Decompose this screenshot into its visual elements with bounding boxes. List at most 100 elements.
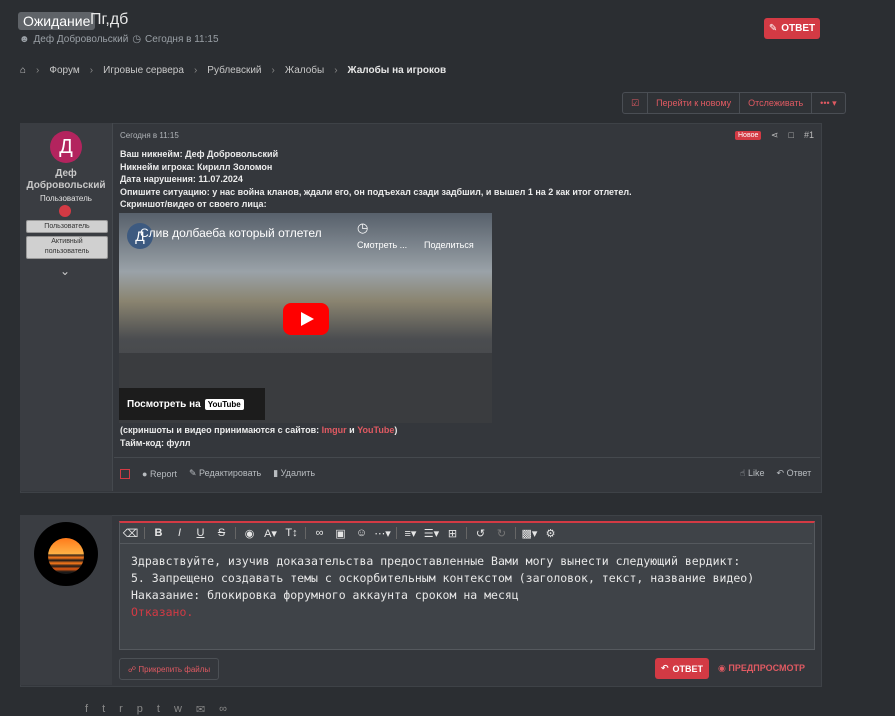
attach-files-button[interactable]: ☍ Прикрепить файлы — [119, 658, 220, 680]
thread-tools: ☑ Перейти к новому Отслеживать ••• ▾ — [622, 92, 846, 114]
strikethrough-icon[interactable]: S — [211, 527, 232, 539]
image-icon[interactable]: ▣ — [330, 527, 351, 540]
eraser-icon[interactable]: ⌫ — [120, 527, 141, 540]
smiley-icon[interactable]: ☺ — [351, 527, 372, 539]
report-button[interactable]: ● Report — [142, 469, 177, 479]
post-date[interactable]: Сегодня в 11:15 — [120, 131, 179, 140]
select-checkbox-icon[interactable]: ☑ — [623, 93, 649, 113]
thread-prefix-badge[interactable]: Ожидание — [18, 12, 96, 30]
redo-icon[interactable]: ↻ — [491, 527, 512, 540]
toolbar-divider — [396, 527, 397, 539]
reply-line: 5. Запрещено создавать темы с оскорбител… — [131, 571, 755, 585]
preview-button[interactable]: ◉ ПРЕДПРОСМОТР — [718, 663, 805, 674]
preview-label: ПРЕДПРОСМОТР — [728, 663, 805, 673]
link-icon[interactable]: ∞ — [219, 703, 227, 716]
link-icon[interactable]: ∞ — [309, 527, 330, 539]
post-after-video: (скриншоты и видео принимаются с сайтов:… — [120, 424, 397, 450]
watch-button[interactable]: Отслеживать — [740, 93, 813, 113]
toolbar-divider — [466, 527, 467, 539]
tumblr-icon[interactable]: t — [157, 703, 160, 716]
eye-icon: ◉ — [718, 663, 726, 673]
clock-icon: ◷ — [132, 34, 142, 45]
play-icon[interactable] — [283, 303, 329, 335]
list-icon[interactable]: ☰▾ — [421, 527, 442, 540]
post-number[interactable]: #1 — [804, 130, 814, 141]
sources-prefix: (скриншоты и видео принимаются с сайтов: — [120, 425, 322, 435]
avatar[interactable] — [34, 522, 98, 586]
watch-later-label[interactable]: Смотреть ... — [357, 240, 407, 250]
thread-author[interactable]: Деф Добровольский — [34, 34, 129, 45]
delete-label: Удалить — [280, 468, 316, 478]
undo-icon[interactable]: ↺ — [470, 527, 491, 540]
font-family-icon[interactable]: A▾ — [260, 527, 281, 540]
post-username[interactable]: Деф Добровольский — [20, 168, 112, 192]
post-reactions: ☝ Like ↶ Ответ — [740, 468, 811, 479]
italic-icon[interactable]: I — [169, 527, 190, 539]
sources-note: (скриншоты и видео принимаются с сайтов:… — [120, 424, 397, 437]
edit-button[interactable]: ✎ Редактировать — [189, 468, 261, 479]
quote-reply-button[interactable]: ↶ Ответ — [777, 468, 812, 479]
chevron-down-icon[interactable]: ⌄ — [60, 264, 70, 278]
home-icon[interactable]: ⌂ — [20, 65, 26, 76]
underline-icon[interactable]: U — [190, 527, 211, 539]
color-drop-icon[interactable]: ◉ — [239, 527, 260, 540]
pinterest-icon[interactable]: p — [137, 703, 143, 716]
breadcrumb-complaints[interactable]: Жалобы — [285, 65, 324, 76]
watch-on-label: Посмотреть на — [127, 398, 201, 410]
twitter-icon[interactable]: t — [102, 703, 105, 716]
video-share-button[interactable]: Поделиться — [424, 240, 474, 250]
watch-on-youtube-button[interactable]: Посмотреть на YouTube — [119, 388, 265, 420]
clock-icon[interactable]: ◷ — [357, 220, 368, 236]
breadcrumb-game-servers[interactable]: Игровые сервера — [103, 65, 184, 76]
toolbar-divider — [235, 527, 236, 539]
align-icon[interactable]: ≡▾ — [400, 527, 421, 540]
like-button[interactable]: ☝ Like — [740, 468, 765, 479]
post-line: Скриншот/видео от своего лица: — [120, 199, 267, 209]
post-line: Никнейм игрока: Кирилл Золомон — [120, 161, 273, 172]
post-line: Дата нарушения: 11.07.2024 — [120, 174, 243, 184]
reddit-icon[interactable]: r — [119, 703, 123, 716]
facebook-icon[interactable]: f — [85, 703, 88, 716]
banner-line1: Активный — [51, 238, 83, 245]
font-size-icon[interactable]: T↕ — [281, 527, 302, 539]
top-reply-button[interactable]: ✎ ОТВЕТ — [764, 18, 820, 39]
toolbar-divider — [144, 527, 145, 539]
user-banner: Пользователь — [26, 220, 108, 233]
send-reply-button[interactable]: ↶ ОТВЕТ — [655, 658, 709, 679]
youtube-logo: YouTube — [204, 398, 244, 410]
bookmark-icon[interactable]: □ — [789, 130, 794, 141]
bold-icon[interactable]: B — [148, 527, 169, 539]
user-title: Пользователь — [40, 194, 92, 203]
attach-label: Прикрепить файлы — [138, 664, 211, 674]
video-title[interactable]: Слив долбаеба который отлетел — [140, 226, 322, 240]
pencil-icon: ✎ — [768, 23, 778, 34]
youtube-link[interactable]: YouTube — [357, 425, 394, 435]
chevron-right-icon: › — [89, 65, 94, 76]
email-icon[interactable]: ✉ — [196, 703, 205, 716]
reply-text[interactable]: Здравствуйте, изучив доказательства пред… — [131, 553, 754, 621]
settings-icon[interactable]: ⚙ — [540, 527, 561, 540]
more-menu-button[interactable]: ••• ▾ — [812, 93, 844, 113]
share-icon[interactable]: ⋖ — [771, 130, 779, 141]
post-line: Ваш никнейм: Деф Добровольский — [120, 149, 279, 159]
paperclip-icon: ☍ — [128, 664, 137, 674]
breadcrumb-server[interactable]: Рублевский — [207, 65, 261, 76]
report-label: Report — [149, 468, 177, 479]
whatsapp-icon[interactable]: w — [174, 703, 182, 716]
breadcrumb-forum[interactable]: Форум — [49, 65, 79, 76]
post-body: Ваш никнейм: Деф Добровольский Никнейм и… — [120, 148, 632, 211]
avatar[interactable]: Д — [50, 131, 82, 163]
post-icons: ⋖ □ #1 — [771, 130, 814, 141]
breadcrumb-current[interactable]: Жалобы на игроков — [348, 65, 447, 76]
thread-date[interactable]: Сегодня в 11:15 — [145, 34, 218, 45]
goto-new-button[interactable]: Перейти к новому — [648, 93, 741, 113]
select-post-checkbox[interactable] — [120, 468, 130, 479]
imgur-link[interactable]: Imgur — [322, 425, 347, 435]
delete-button[interactable]: ▮ Удалить — [273, 468, 315, 479]
thread-meta: ☻ Деф Добровольский ◷ Сегодня в 11:15 — [19, 34, 219, 45]
drafts-icon[interactable]: ▩▾ — [519, 527, 540, 540]
more-options-icon[interactable]: ⋯▾ — [372, 527, 393, 540]
table-icon[interactable]: ⊞ — [442, 527, 463, 540]
chevron-right-icon: › — [193, 65, 198, 76]
chevron-right-icon: › — [334, 65, 338, 76]
